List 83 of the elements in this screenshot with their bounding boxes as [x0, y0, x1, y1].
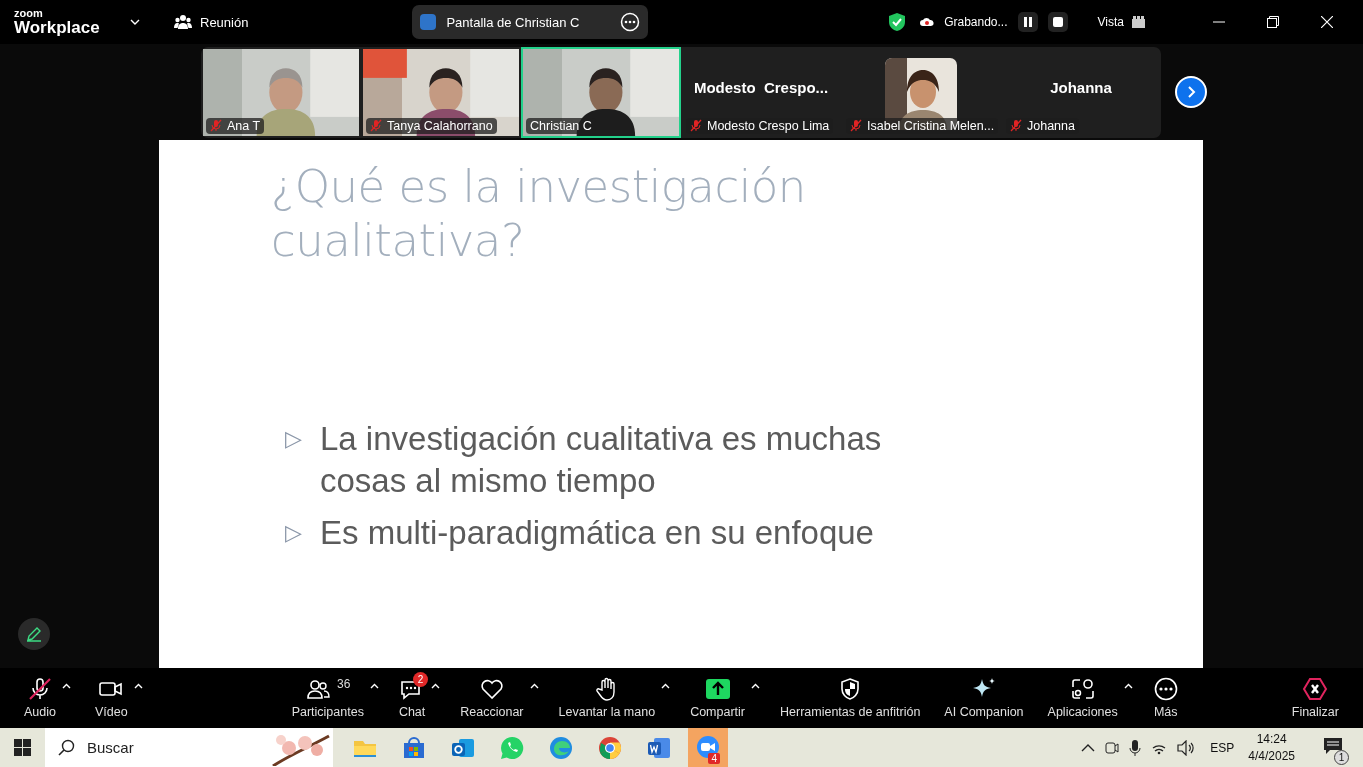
participant-display-name: Johanna	[1050, 78, 1112, 96]
recording-status: Grabando...	[944, 15, 1008, 29]
slide-title: ¿Qué es la investigación cualitativa?	[271, 160, 807, 268]
search-icon	[57, 738, 75, 757]
participant-tile[interactable]: Tanya Calahorrano	[361, 46, 521, 138]
share-icon	[704, 677, 731, 701]
caret-icon[interactable]	[1123, 683, 1133, 689]
view-button[interactable]: Vista	[1091, 14, 1151, 30]
language-indicator[interactable]: ESP	[1210, 740, 1235, 755]
pencil-icon	[26, 626, 42, 642]
hand-toolbar-button[interactable]: Levantar la mano	[554, 673, 660, 723]
end-toolbar-button[interactable]: Finalizar	[1287, 673, 1343, 723]
bullet-text: La investigación cualitativa es muchas cosas al mismo tiempo	[320, 419, 883, 501]
stop-button[interactable]	[1047, 12, 1068, 32]
share-title: Pantalla de Christian C	[446, 14, 581, 30]
workplace-logo-text: Workplace	[14, 19, 100, 36]
chevron-icon[interactable]	[130, 19, 140, 25]
caret-icon[interactable]	[529, 683, 539, 689]
browser-circle-icon	[597, 734, 623, 761]
clock-date[interactable]: 4/4/2025	[1248, 747, 1295, 765]
more-toolbar-button[interactable]: Más	[1148, 673, 1183, 723]
speaker-icon[interactable]	[1177, 739, 1196, 756]
camera-toolbar-button[interactable]: Vídeo	[91, 673, 132, 723]
clock-time[interactable]: 14:24	[1256, 730, 1287, 748]
cloud-icon	[920, 17, 935, 27]
participant-tile[interactable]: Modesto Crespo... Modesto Crespo Lima	[681, 46, 841, 138]
pause-button[interactable]	[1017, 12, 1038, 32]
windows-start-icon[interactable]	[14, 739, 31, 756]
chat-toolbar-button[interactable]: 2 Chat	[394, 673, 430, 723]
phone-chat-icon	[499, 734, 525, 761]
heart-toolbar-button[interactable]: Reaccionar	[456, 673, 528, 723]
screen-share-icon	[420, 14, 437, 30]
annotate-button[interactable]	[18, 618, 50, 650]
shield-toolbar-button[interactable]: Herramientas de anfitrión	[776, 673, 925, 723]
notification-icon[interactable]	[1323, 736, 1343, 755]
caret-icon[interactable]	[661, 683, 671, 689]
restore-icon[interactable]	[1267, 16, 1279, 28]
end-icon	[1302, 677, 1329, 701]
heart-icon	[478, 677, 505, 701]
pause-icon	[1022, 16, 1033, 28]
apps-icon	[1069, 677, 1096, 701]
microphone-icon[interactable]	[1129, 738, 1142, 757]
bullet-marker: ▷	[285, 425, 302, 453]
caret-icon[interactable]	[431, 683, 441, 689]
apps-toolbar-button[interactable]: Aplicaciones	[1043, 673, 1122, 723]
film-icon	[1132, 16, 1145, 28]
share-toolbar-button[interactable]: Compartir	[686, 673, 749, 723]
close-icon[interactable]	[1321, 16, 1333, 28]
mic-toolbar-button[interactable]: Audio	[20, 673, 60, 723]
notification-badge: 1	[1334, 749, 1349, 765]
search-field[interactable]: Buscar	[85, 738, 249, 757]
shield-check-icon[interactable]	[888, 12, 907, 32]
shopping-bag-icon	[401, 734, 427, 761]
participant-tile[interactable]: Ana T	[201, 46, 361, 138]
zoom-logo-text: zoom	[14, 8, 43, 19]
stop-icon	[1051, 16, 1064, 28]
participant-tile[interactable]: Johanna Johanna	[1001, 46, 1161, 138]
caret-icon[interactable]	[369, 683, 379, 689]
caret-icon[interactable]	[62, 683, 71, 689]
participant-display-name: Modesto Crespo...	[693, 78, 829, 96]
bullet-marker: ▷	[285, 519, 302, 547]
meeting-button[interactable]: Reunión	[170, 10, 253, 34]
caret-icon[interactable]	[751, 683, 760, 689]
chevron-up-icon[interactable]	[1081, 743, 1096, 752]
more-icon[interactable]	[620, 12, 641, 32]
more-icon	[1152, 677, 1179, 701]
browser-wave-icon	[548, 734, 574, 761]
participant-tile[interactable]: Christian C	[521, 46, 681, 138]
participant-count: 36	[337, 677, 351, 691]
zoom-taskbar-button[interactable]: 4	[688, 728, 728, 767]
people-toolbar-button[interactable]: 36 Participantes	[287, 673, 368, 723]
search-bar[interactable]: Buscar	[45, 728, 333, 767]
unread-badge: 2	[413, 672, 429, 687]
people-icon	[174, 14, 192, 30]
app-badge: 4	[708, 753, 720, 764]
sparkle-toolbar-button[interactable]: AI Companion	[940, 673, 1028, 723]
participant-tile[interactable]: Isabel Cristina Melen...	[841, 46, 1001, 138]
bullet-text: Es multi-paradigmática en su enfoque	[320, 513, 875, 553]
people-icon	[305, 677, 332, 701]
next-page-button[interactable]	[1175, 76, 1207, 108]
camera-icon[interactable]	[1105, 739, 1120, 756]
caret-icon[interactable]	[133, 683, 143, 689]
video-camera-app-icon	[695, 734, 721, 761]
